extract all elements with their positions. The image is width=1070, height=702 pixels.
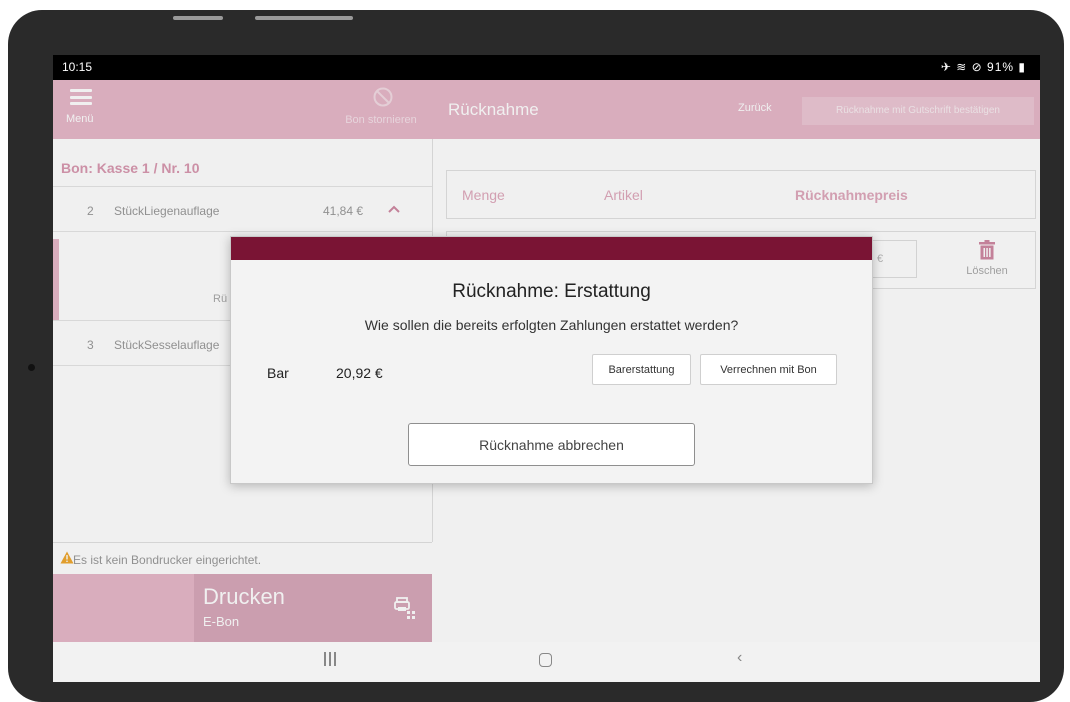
refund-dialog: Rücknahme: Erstattung Wie sollen die ber… — [230, 236, 873, 484]
cash-refund-button[interactable]: Barerstattung — [592, 354, 691, 385]
volume-button — [173, 16, 223, 20]
payment-method: Bar — [267, 365, 289, 381]
power-button — [255, 16, 353, 20]
back-icon[interactable]: ‹ — [737, 649, 742, 667]
camera-dot — [28, 364, 35, 371]
cancel-return-button[interactable]: Rücknahme abbrechen — [408, 423, 695, 466]
home-icon[interactable] — [539, 653, 552, 667]
tablet-frame: 10:15 ✈ ≋ ⊘ 91% ▮ Menü Bon stornieren Rü… — [8, 10, 1064, 702]
status-bar: 10:15 ✈ ≋ ⊘ 91% ▮ — [53, 55, 1040, 80]
battery-level: 91% — [987, 60, 1015, 74]
offset-with-receipt-button[interactable]: Verrechnen mit Bon — [700, 354, 837, 385]
status-icons: ✈ ≋ ⊘ 91% ▮ — [941, 60, 1026, 74]
battery-icon: ▮ — [1018, 60, 1026, 74]
status-time: 10:15 — [62, 60, 93, 74]
payment-amount: 20,92 € — [336, 365, 383, 381]
recents-icon[interactable] — [323, 652, 337, 666]
android-nav-bar: ‹ — [53, 642, 1040, 682]
dialog-title: Rücknahme: Erstattung — [452, 281, 651, 302]
dialog-topbar — [231, 237, 872, 260]
status-icons-text: ✈ ≋ ⊘ — [940, 60, 983, 74]
screen: 10:15 ✈ ≋ ⊘ 91% ▮ Menü Bon stornieren Rü… — [53, 55, 1040, 682]
dialog-question: Wie sollen die bereits erfolgten Zahlung… — [364, 317, 739, 333]
